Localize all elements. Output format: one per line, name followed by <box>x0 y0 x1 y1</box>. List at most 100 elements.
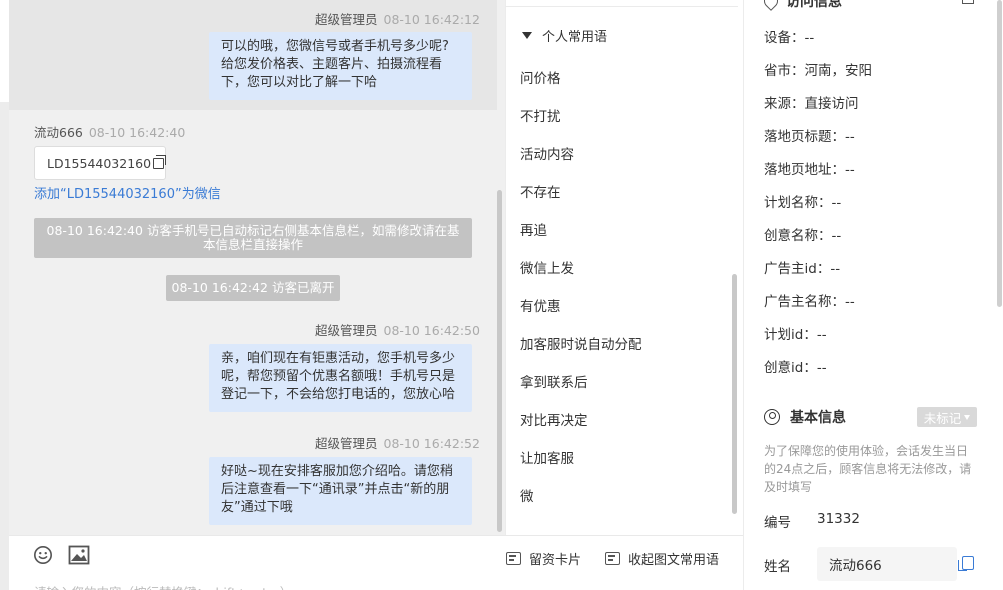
info-row-plan-name: 计划名称：-- <box>764 191 841 211</box>
info-label: 设备： <box>764 30 805 46</box>
phrase-item[interactable]: 再追 <box>520 219 547 239</box>
collapse-icon[interactable] <box>962 0 974 4</box>
info-label: 创意id： <box>764 360 817 376</box>
sender-name: 超级管理员 <box>315 436 378 451</box>
info-label: 广告主id： <box>764 261 831 277</box>
info-value: -- <box>816 327 827 343</box>
message-line: 可以的哦，您微信号或者手机号多少呢? <box>221 39 449 54</box>
info-label: 计划名称： <box>764 195 832 211</box>
copy-icon[interactable] <box>153 154 167 169</box>
phrase-item[interactable]: 微 <box>520 485 534 505</box>
message-line: 友”通过下哦 <box>221 500 293 515</box>
basic-info-title-text: 基本信息 <box>790 410 846 426</box>
add-wechat-link[interactable]: 添加“LD15544032160”为微信 <box>34 183 221 202</box>
info-label: 省市： <box>764 63 805 79</box>
message-line: 登记一下，不会给您打电话的，您放心哈 <box>221 387 456 402</box>
phrases-scrollbar[interactable] <box>732 274 737 514</box>
phrase-item[interactable]: 不打扰 <box>520 105 561 125</box>
info-label: 来源： <box>764 96 805 112</box>
phrase-item[interactable]: 活动内容 <box>520 143 574 163</box>
phrase-item[interactable]: 加客服时说自动分配 <box>520 333 642 353</box>
info-value: 直接访问 <box>804 96 859 112</box>
copy-icon[interactable] <box>958 556 974 571</box>
collapse-phrases-label: 收起图文常用语 <box>628 553 720 568</box>
message-time: 08-10 16:42:12 <box>383 12 480 27</box>
name-value: 流动666 <box>829 558 882 574</box>
message-line: 后注意查看一下“通讯录”并点击“新的朋 <box>221 482 450 497</box>
image-icon[interactable] <box>68 545 90 565</box>
card-icon <box>506 552 521 565</box>
message-time: 08-10 16:42:40 <box>88 125 186 140</box>
message-line: 给您发价格表、主题客片、拍摄流程看 <box>221 57 443 72</box>
name-field[interactable]: 流动666 <box>817 547 957 581</box>
info-value: -- <box>831 228 842 244</box>
emoji-icon[interactable] <box>32 545 54 565</box>
chat-scrollbar[interactable] <box>497 190 502 532</box>
phrase-item[interactable]: 让加客服 <box>520 447 574 467</box>
phrase-group-title: 个人常用语 <box>542 30 608 45</box>
info-label: 计划id： <box>764 327 817 343</box>
collapse-phrases-button[interactable]: 收起图文常用语 <box>605 549 719 568</box>
sender-name: 流动666 <box>34 125 83 140</box>
info-label: 广告主名称： <box>764 294 845 310</box>
info-row-device: 设备：-- <box>764 26 814 46</box>
message-line: 好哒~现在安排客服加您介绍哈。请您稍 <box>221 464 453 479</box>
message-time: 08-10 16:42:52 <box>383 436 480 451</box>
info-value: -- <box>845 162 855 178</box>
user-icon <box>764 409 780 425</box>
divider <box>505 6 738 7</box>
card-text: LD15544032160 <box>47 155 152 171</box>
info-scrollbar[interactable] <box>997 0 1002 307</box>
leave-card-label: 留资卡片 <box>529 553 582 568</box>
message-meta: 超级管理员 08-10 16:42:52 <box>315 433 480 452</box>
leave-card-button[interactable]: 留资卡片 <box>506 549 581 568</box>
info-label: 创意名称： <box>764 228 832 244</box>
info-row-landing-title: 落地页标题：-- <box>764 125 855 145</box>
info-value: -- <box>845 129 855 145</box>
info-value: -- <box>816 360 827 376</box>
system-notice-left: 08-10 16:42:42 访客已离开 <box>166 275 340 301</box>
id-label: 编号 <box>764 515 791 531</box>
edit-notice: 为了保障您的使用体验，会话发生当日的24点之后，顾客信息将无法修改，请及时填写 <box>764 444 972 494</box>
mark-tag-dropdown[interactable]: 未标记 <box>917 407 977 427</box>
phrase-item[interactable]: 不存在 <box>520 181 561 201</box>
message-line: 呢，帮您预留个优惠名额哦！手机号只是 <box>221 369 456 384</box>
phrase-item[interactable]: 微信上发 <box>520 257 574 277</box>
info-value: -- <box>831 195 842 211</box>
caret-down-icon <box>522 32 532 39</box>
info-value: -- <box>830 261 841 277</box>
outgoing-message-bubble: 亲，咱们现在有钜惠活动，您手机号多少 呢，帮您预留个优惠名额哦！手机号只是 登记… <box>209 344 472 412</box>
info-row-source: 来源：直接访问 <box>764 92 859 112</box>
system-notice: 08-10 16:42:40 访客手机号已自动标记右侧基本信息栏，如需修改请在基… <box>34 218 472 258</box>
info-row-creative-id: 创意id：-- <box>764 356 827 376</box>
outgoing-message-bubble: 好哒~现在安排客服加您介绍哈。请您稍 后注意查看一下“通讯录”并点击“新的朋 友… <box>209 457 472 525</box>
info-label: 落地页标题： <box>764 129 845 145</box>
message-meta: 流动666 08-10 16:42:40 <box>34 122 185 141</box>
incoming-card[interactable]: LD15544032160 <box>34 146 167 180</box>
message-meta: 超级管理员 08-10 16:42:12 <box>315 9 480 28</box>
system-notice-line: 本信息栏直接操作 <box>202 237 303 252</box>
info-row-region: 省市：河南，安阳 <box>764 59 872 79</box>
info-value: 河南，安阳 <box>804 63 873 79</box>
info-row-plan-id: 计划id：-- <box>764 323 827 343</box>
phrase-item[interactable]: 有优惠 <box>520 295 561 315</box>
message-input-placeholder[interactable]: 请输入您的内容（按行替换键：shift+enter） <box>34 582 292 590</box>
message-line: 下，您可以对比了解一下哈 <box>221 75 378 90</box>
mark-tag-label: 未标记 <box>923 410 962 426</box>
phrase-item[interactable]: 问价格 <box>520 67 561 87</box>
phrase-item[interactable]: 对比再决定 <box>520 409 588 429</box>
caret-down-icon <box>964 414 971 420</box>
info-label: 落地页地址： <box>764 162 845 178</box>
phrase-group-header[interactable]: 个人常用语 <box>522 26 607 45</box>
name-label: 姓名 <box>764 559 791 575</box>
info-row-landing-url: 落地页地址：-- <box>764 158 855 178</box>
info-row-advertiser-id: 广告主id：-- <box>764 257 840 277</box>
info-row-creative-name: 创意名称：-- <box>764 224 841 244</box>
sender-name: 超级管理员 <box>315 323 378 338</box>
phrase-item[interactable]: 拿到联系后 <box>520 371 588 391</box>
info-value: -- <box>804 30 815 46</box>
sender-name: 超级管理员 <box>315 12 378 27</box>
system-notice-line: 08-10 16:42:40 访客手机号已自动标记右侧基本信息栏，如需修改请在基 <box>46 223 460 238</box>
app-window: 超级管理员 08-10 16:42:12 可以的哦，您微信号或者手机号多少呢? 给… <box>0 0 1003 590</box>
message-meta: 超级管理员 08-10 16:42:50 <box>315 320 480 339</box>
